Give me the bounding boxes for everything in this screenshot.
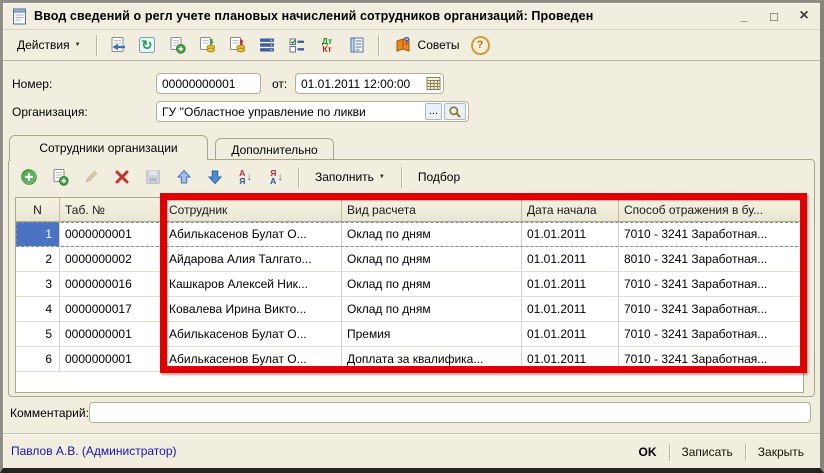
toolbar-separator	[298, 167, 299, 188]
window-title: Ввод сведений о регл учете плановых начи…	[34, 9, 593, 23]
document-structure-icon[interactable]	[254, 33, 281, 58]
table-cell[interactable]: 2	[16, 247, 60, 272]
table-cell[interactable]: 3	[16, 272, 60, 297]
edit-row-icon[interactable]	[77, 165, 104, 190]
comment-input[interactable]	[89, 402, 811, 423]
sort-letter-bottom: Я	[239, 177, 245, 186]
window-controls: _ □ ×	[737, 9, 811, 24]
comment-label: Комментарий:	[10, 406, 89, 420]
copy-new-document-icon[interactable]	[164, 33, 191, 58]
table-cell[interactable]: 1	[16, 222, 60, 247]
minimize-icon[interactable]: _	[737, 9, 751, 23]
org-ellipsis-button[interactable]: ...	[425, 103, 442, 120]
tab-additional-label: Дополнительно	[231, 143, 317, 157]
kt-label: Кт	[322, 45, 331, 54]
table-cell[interactable]: 5	[16, 322, 60, 347]
column-header: N	[16, 198, 60, 221]
tab-employees[interactable]: Сотрудники организации	[9, 135, 208, 160]
table-cell[interactable]: 0000000001	[60, 347, 164, 372]
register-records-icon[interactable]	[344, 33, 371, 58]
toolbar-separator	[96, 35, 97, 56]
svg-text:ок: ок	[149, 177, 157, 184]
tab-employees-label: Сотрудники организации	[39, 141, 177, 155]
fill-label: Заполнить	[315, 170, 374, 184]
pick-button[interactable]: Подбор	[410, 166, 468, 188]
sort-ascending-icon[interactable]: А Я ↓	[232, 165, 259, 190]
toolbar-separator	[401, 167, 402, 188]
write-button[interactable]: Записать	[672, 442, 743, 462]
organization-label: Организация:	[12, 105, 88, 119]
document-icon	[12, 8, 27, 25]
refresh-glyph: ↻	[142, 38, 153, 53]
move-up-icon[interactable]	[170, 165, 197, 190]
footer-divider	[3, 433, 820, 434]
sort-arrow: ↓	[277, 172, 283, 183]
sort-arrow: ↓	[246, 172, 252, 183]
help-icon[interactable]: ?	[471, 36, 490, 55]
organization-input[interactable]: ГУ ''Областное управление по ликви ...	[156, 101, 469, 122]
actions-button[interactable]: Действия ▼	[9, 34, 89, 56]
refresh-icon[interactable]: ↻	[134, 33, 161, 58]
highlight-annotation	[160, 193, 807, 373]
close-button[interactable]: Закрыть	[748, 442, 814, 462]
main-toolbar: Действия ▼ ↻	[3, 29, 820, 61]
copy-row-icon[interactable]	[46, 165, 73, 190]
chevron-down-icon: ▼	[379, 174, 385, 180]
column-header: Таб. №	[60, 198, 164, 221]
add-row-icon[interactable]	[15, 165, 42, 190]
sort-letter-bottom: А	[270, 177, 276, 186]
table-cell[interactable]: 0000000002	[60, 247, 164, 272]
date-input[interactable]: 01.01.2011 12:00:00	[295, 73, 444, 94]
unpost-document-icon[interactable]	[224, 33, 251, 58]
window: Ввод сведений о регл учете плановых начи…	[0, 0, 824, 473]
org-search-icon[interactable]	[444, 103, 466, 120]
number-label: Номер:	[12, 77, 52, 91]
date-from-label: от:	[272, 77, 287, 91]
table-toolbar: ок А Я ↓ Я	[15, 163, 468, 191]
tab-additional[interactable]: Дополнительно	[215, 138, 334, 160]
table-cell[interactable]: 0000000001	[60, 322, 164, 347]
svg-text:?: ?	[403, 36, 410, 48]
table-cell[interactable]: 0000000001	[60, 222, 164, 247]
fill-button[interactable]: Заполнить ▼	[307, 166, 393, 188]
post-document-icon[interactable]	[194, 33, 221, 58]
move-down-icon[interactable]	[201, 165, 228, 190]
chevron-down-icon: ▼	[75, 42, 81, 48]
number-input[interactable]: 00000000001	[156, 73, 261, 94]
end-edit-icon[interactable]: ок	[139, 165, 166, 190]
table-cell[interactable]: 0000000016	[60, 272, 164, 297]
organization-value: ГУ ''Областное управление по ликви	[162, 105, 423, 119]
table-cell[interactable]: 4	[16, 297, 60, 322]
toolbar-separator	[378, 35, 379, 56]
delete-row-icon[interactable]	[108, 165, 135, 190]
table-cell[interactable]: 0000000017	[60, 297, 164, 322]
title-bar: Ввод сведений о регл учете плановых начи…	[3, 3, 820, 29]
settings-checkbox-icon[interactable]	[284, 33, 311, 58]
sort-descending-icon[interactable]: Я А ↓	[263, 165, 290, 190]
actions-label: Действия	[17, 38, 70, 52]
footer-buttons: OK Записать Закрыть	[629, 440, 815, 464]
footer-separator	[745, 444, 746, 461]
user-status: Павлов А.В. (Администратор)	[11, 444, 177, 458]
calendar-icon[interactable]	[426, 76, 441, 91]
maximize-icon[interactable]: □	[767, 9, 781, 24]
tips-book-icon: ?	[394, 36, 413, 54]
tips-button[interactable]: ? Советы	[386, 32, 468, 58]
dt-kt-postings-icon[interactable]: Дт Кт	[314, 33, 341, 58]
date-value: 01.01.2011 12:00:00	[301, 77, 426, 91]
tips-label: Советы	[418, 38, 460, 52]
footer-separator	[669, 444, 670, 461]
table-cell[interactable]: 6	[16, 347, 60, 372]
close-icon[interactable]: ×	[797, 11, 811, 21]
write-document-icon[interactable]	[104, 33, 131, 58]
ok-button[interactable]: OK	[629, 442, 667, 462]
pick-label: Подбор	[418, 170, 460, 184]
